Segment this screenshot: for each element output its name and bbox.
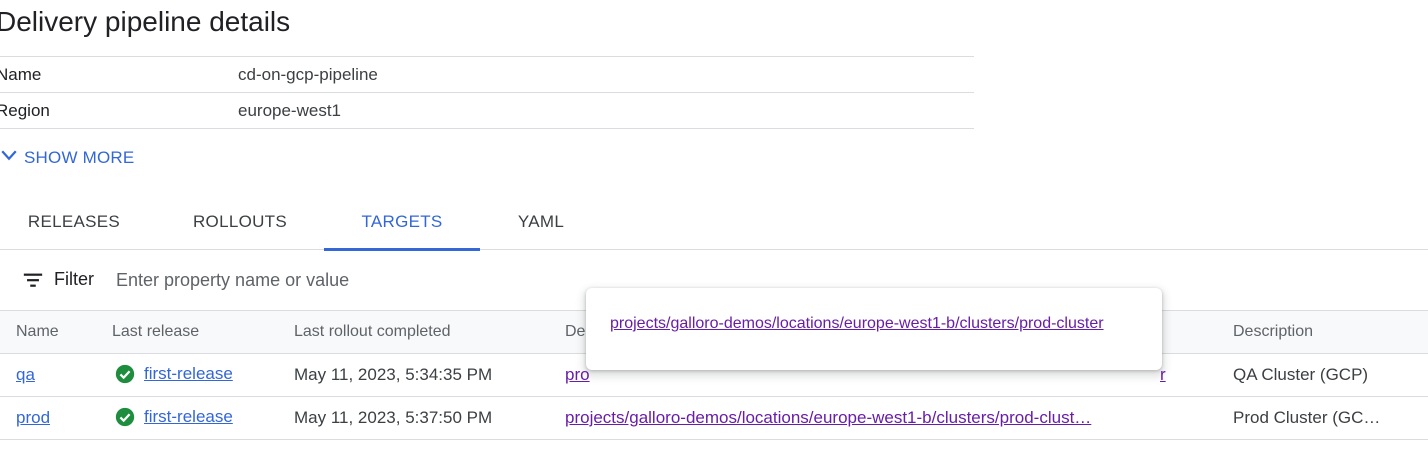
column-header-last-rollout[interactable]: Last rollout completed bbox=[294, 323, 451, 341]
last-release-cell: first-release bbox=[114, 363, 233, 385]
check-circle-icon bbox=[115, 407, 135, 427]
target-description: QA Cluster (GCP) bbox=[1233, 365, 1369, 384]
check-circle-icon bbox=[115, 364, 135, 384]
chevron-down-icon bbox=[0, 146, 18, 169]
page-title: Delivery pipeline details bbox=[0, 6, 291, 37]
column-header-last-release[interactable]: Last release bbox=[112, 323, 199, 341]
target-description: Prod Cluster (GC… bbox=[1233, 408, 1381, 427]
filter-input[interactable] bbox=[116, 265, 576, 295]
last-release-cell: first-release bbox=[114, 406, 233, 428]
tab-targets[interactable]: TARGETS bbox=[324, 194, 480, 251]
last-rollout-time: May 11, 2023, 5:34:35 PM bbox=[294, 365, 493, 384]
target-name-link[interactable]: prod bbox=[16, 408, 50, 428]
target-name-link[interactable]: qa bbox=[16, 365, 35, 385]
filter-icon[interactable] bbox=[22, 269, 44, 291]
detail-value: europe-west1 bbox=[238, 101, 342, 120]
tab-bar: RELEASES ROLLOUTS TARGETS YAML bbox=[0, 194, 1428, 251]
detail-key: Name bbox=[0, 65, 42, 84]
deployment-target-link[interactable]: projects/galloro-demos/locations/europe-… bbox=[565, 408, 1091, 428]
deployment-target-link[interactable]: pro bbox=[565, 365, 590, 385]
release-link[interactable]: first-release bbox=[144, 364, 233, 384]
table-row: prod first-release May 11, 2023, 5:37:50… bbox=[0, 397, 1428, 440]
show-more-label: SHOW MORE bbox=[24, 147, 135, 167]
tab-rollouts[interactable]: ROLLOUTS bbox=[164, 194, 316, 250]
show-more-button[interactable]: SHOW MORE bbox=[0, 146, 134, 169]
detail-row-name: Name cd-on-gcp-pipeline bbox=[0, 57, 974, 93]
tooltip-target-link[interactable]: projects/galloro-demos/locations/europe-… bbox=[610, 312, 1138, 335]
deployment-target-link-tail[interactable]: r bbox=[1160, 365, 1166, 385]
detail-key: Region bbox=[0, 101, 50, 120]
last-rollout-time: May 11, 2023, 5:37:50 PM bbox=[294, 408, 493, 427]
filter-label: Filter bbox=[54, 269, 94, 289]
detail-row-region: Region europe-west1 bbox=[0, 93, 974, 129]
column-header-description[interactable]: Description bbox=[1233, 323, 1313, 341]
details-table: Name cd-on-gcp-pipeline Region europe-we… bbox=[0, 56, 974, 129]
release-link[interactable]: first-release bbox=[144, 407, 233, 427]
tab-yaml[interactable]: YAML bbox=[484, 194, 598, 250]
column-header-deployment-target[interactable]: De bbox=[565, 323, 585, 341]
deployment-target-tooltip: projects/galloro-demos/locations/europe-… bbox=[586, 288, 1162, 370]
detail-value: cd-on-gcp-pipeline bbox=[238, 65, 378, 84]
tab-releases[interactable]: RELEASES bbox=[0, 194, 148, 250]
column-header-name[interactable]: Name bbox=[16, 323, 59, 341]
